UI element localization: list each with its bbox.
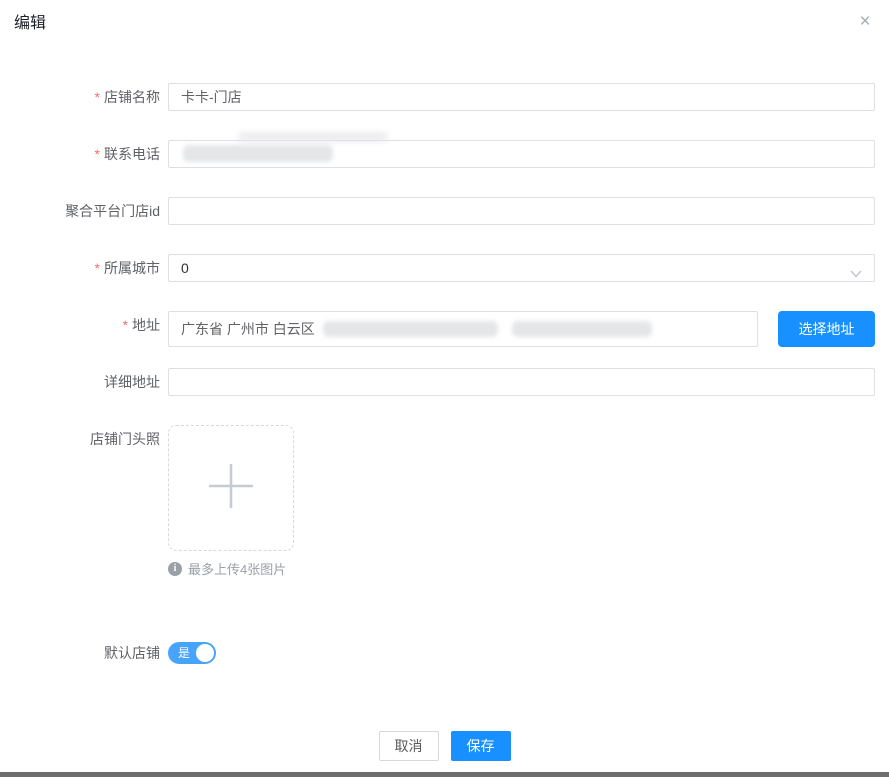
save-button[interactable]: 保存 <box>451 731 511 761</box>
platform-store-id-input[interactable] <box>168 197 875 225</box>
redacted-address-segment <box>323 321 498 337</box>
shop-name-label-text: 店铺名称 <box>104 89 160 105</box>
upload-tip: i 最多上传4张图片 <box>168 559 875 578</box>
form-row-storefront-photo: 店铺门头照 i 最多上传4张图片 <box>0 425 889 578</box>
storefront-photo-label: 店铺门头照 <box>0 425 168 453</box>
required-asterisk: * <box>95 260 100 276</box>
required-asterisk: * <box>95 89 100 105</box>
phone-label-text: 联系电话 <box>104 146 160 162</box>
info-icon: i <box>168 562 182 576</box>
toggle-on-label: 是 <box>178 647 190 659</box>
form-row-detail-address: 详细地址 <box>0 368 889 396</box>
platform-store-id-label: 聚合平台门店id <box>0 197 168 225</box>
plus-icon <box>207 462 255 515</box>
redacted-phone-value <box>183 145 333 162</box>
city-label-text: 所属城市 <box>104 260 160 276</box>
edit-dialog: 编辑 × *店铺名称 *联系电话 聚合平台门店 <box>0 0 889 777</box>
city-select[interactable]: 0 <box>168 254 875 282</box>
detail-address-label-text: 详细地址 <box>104 374 160 390</box>
form-row-city: *所属城市 0 <box>0 254 889 282</box>
phone-label: *联系电话 <box>0 140 168 168</box>
address-input[interactable]: 广东省 广州市 白云区 <box>168 311 758 347</box>
dialog-header: 编辑 × <box>0 0 889 48</box>
platform-store-id-label-text: 聚合平台门店id <box>65 203 160 219</box>
form-row-phone: *联系电话 <box>0 140 889 168</box>
default-shop-toggle[interactable]: 是 <box>168 642 216 664</box>
address-label-text: 地址 <box>132 317 160 333</box>
default-shop-label-text: 默认店铺 <box>104 645 160 661</box>
toggle-handle <box>196 644 214 662</box>
storefront-photo-label-text: 店铺门头照 <box>90 431 160 447</box>
redacted-address-segment <box>512 321 652 337</box>
window-bottom-edge <box>0 772 889 777</box>
dialog-footer: 取消 保存 <box>0 731 889 761</box>
address-value-prefix: 广东省 广州市 白云区 <box>181 319 315 339</box>
form-row-default-shop: 默认店铺 是 <box>0 642 889 669</box>
edit-form: *店铺名称 *联系电话 聚合平台门店id <box>0 48 889 669</box>
detail-address-label: 详细地址 <box>0 368 168 396</box>
dialog-title: 编辑 <box>14 13 873 35</box>
close-icon[interactable]: × <box>853 10 877 34</box>
redacted-phone-smudge <box>238 132 388 142</box>
chevron-down-icon <box>850 265 862 281</box>
required-asterisk: * <box>123 317 128 333</box>
detail-address-input[interactable] <box>168 368 875 396</box>
shop-name-label: *店铺名称 <box>0 83 168 111</box>
form-row-shop-name: *店铺名称 <box>0 83 889 111</box>
select-address-button[interactable]: 选择地址 <box>778 311 875 347</box>
address-label: *地址 <box>0 311 168 339</box>
photo-upload-button[interactable] <box>168 425 294 551</box>
shop-name-input[interactable] <box>168 83 875 111</box>
required-asterisk: * <box>95 146 100 162</box>
default-shop-label: 默认店铺 <box>0 642 168 664</box>
form-row-address: *地址 广东省 广州市 白云区 选择地址 <box>0 311 889 347</box>
cancel-button[interactable]: 取消 <box>379 731 439 761</box>
form-row-platform-store-id: 聚合平台门店id <box>0 197 889 225</box>
upload-tip-text: 最多上传4张图片 <box>188 559 286 578</box>
city-label: *所属城市 <box>0 254 168 282</box>
city-select-value: 0 <box>181 260 189 276</box>
